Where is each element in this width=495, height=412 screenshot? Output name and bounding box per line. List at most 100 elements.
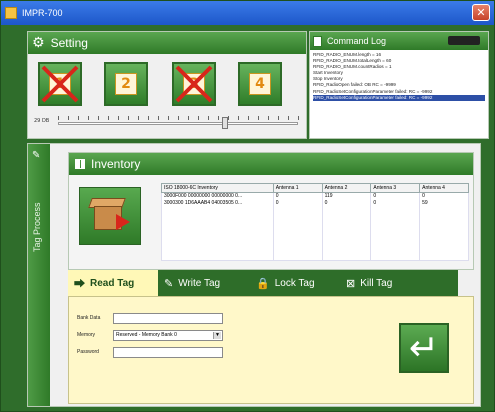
antenna-2-toggle[interactable]: 2: [104, 62, 148, 106]
lock-icon: 🔒: [256, 277, 270, 290]
password-input[interactable]: [113, 347, 223, 358]
table-cell: [370, 215, 421, 225]
antenna-4-toggle[interactable]: 4: [238, 62, 282, 106]
command-log-panel: Command Log RFID_RADIO_ENUM.length = 16 R…: [309, 31, 489, 139]
slider-tick: [228, 116, 229, 120]
table-cell: [321, 224, 372, 234]
power-slider[interactable]: [58, 116, 299, 130]
setting-panel: ⚙ Setting 1 2 3 4 29 DB: [27, 31, 307, 139]
log-line[interactable]: RFID_RadioSetConfigurationParameter fail…: [313, 94, 485, 101]
slider-tick: [158, 116, 159, 120]
table-cell: 3000F000 00000000 00000000 0...: [161, 192, 274, 200]
empty-table-row: [161, 206, 469, 216]
slider-tick: [98, 116, 99, 120]
tab-kill-tag[interactable]: ⊠ Kill Tag: [340, 270, 434, 296]
app-window: IMPR-700 ✕ ⚙ Setting 1 2 3 4 2: [0, 0, 495, 412]
slider-tick: [278, 116, 279, 120]
tab-label: Kill Tag: [360, 277, 393, 289]
table-cell: [419, 251, 469, 261]
tab-read-tag[interactable]: ⮕ Read Tag: [68, 270, 158, 296]
inventory-header: Inventory: [69, 153, 473, 175]
slider-tick: [238, 116, 239, 120]
slider-tick: [198, 116, 199, 120]
document-icon: [313, 35, 322, 47]
table-cell: [370, 251, 421, 261]
tab-write-tag[interactable]: ✎ Write Tag: [158, 270, 250, 296]
table-cell: 0: [272, 199, 323, 207]
table-cell: [321, 251, 372, 261]
setting-title: Setting: [50, 36, 88, 50]
bank-data-input[interactable]: [113, 313, 223, 324]
empty-table-row: [161, 251, 469, 261]
table-cell: [161, 215, 274, 225]
slider-tick: [128, 116, 129, 120]
tag-process-panel: ✎ Tag Process Inventory ISO 18000-6C Inv…: [27, 143, 481, 407]
table-cell: [419, 206, 469, 216]
memory-select-value: Reserved - Memory Bank 0: [116, 332, 177, 338]
column-header[interactable]: Antenna 3: [370, 183, 421, 193]
gear-icon: ⚙: [32, 35, 45, 51]
column-header[interactable]: ISO 18000-6C Inventory: [161, 183, 274, 193]
slider-tick: [58, 116, 59, 120]
table-cell: [419, 215, 469, 225]
power-label: 29 DB: [34, 118, 50, 124]
read-tag-icon: ⮕: [74, 278, 85, 290]
slider-tick: [108, 116, 109, 120]
column-header[interactable]: Antenna 4: [419, 183, 469, 193]
table-cell: 0: [272, 192, 323, 200]
command-log-list[interactable]: RFID_RADIO_ENUM.length = 16 RFID_RADIO_EN…: [310, 50, 488, 103]
tag-process-side-tab[interactable]: ✎ Tag Process: [28, 144, 50, 406]
slider-track: [58, 122, 298, 125]
close-button[interactable]: ✕: [472, 4, 490, 21]
column-header[interactable]: Antenna 1: [272, 183, 323, 193]
table-cell: 0: [419, 192, 469, 200]
inventory-table[interactable]: ISO 18000-6C Inventory Antenna 1 Antenna 2…: [161, 183, 469, 261]
window-title: IMPR-700: [22, 8, 63, 18]
slider-tick: [248, 116, 249, 120]
table-cell: 0: [321, 199, 372, 207]
table-cell: 0: [370, 192, 421, 200]
tag-tabs: ⮕ Read Tag ✎ Write Tag 🔒 Lock Tag ⊠ Kill Tag: [68, 270, 458, 296]
table-row[interactable]: 3000F000 00000000 00000000 0... 0 119 0 0: [161, 192, 469, 200]
table-header-row: ISO 18000-6C Inventory Antenna 1 Antenna 2…: [161, 183, 469, 193]
read-tag-submit-button[interactable]: ↵: [399, 323, 449, 373]
empty-table-row: [161, 215, 469, 225]
table-cell: [272, 215, 323, 225]
antenna-3-toggle[interactable]: 3: [172, 62, 216, 106]
table-cell: [321, 206, 372, 216]
tab-label: Write Tag: [178, 277, 221, 289]
slider-tick: [88, 116, 89, 120]
memory-select[interactable]: Reserved - Memory Bank 0 ▼: [113, 330, 223, 341]
tag-process-label: Tag Process: [32, 202, 42, 252]
slider-tick: [78, 116, 79, 120]
table-cell: 3000300 1D6AAAB4 04003505 0...: [161, 199, 274, 207]
table-cell: [370, 224, 421, 234]
tab-label: Lock Tag: [274, 277, 315, 289]
column-header[interactable]: Antenna 2: [321, 183, 372, 193]
slider-tick: [168, 116, 169, 120]
command-log-title: Command Log: [327, 36, 387, 46]
command-log-header: Command Log: [310, 32, 488, 50]
setting-header: ⚙ Setting: [28, 32, 306, 54]
arrow-icon: [116, 214, 130, 230]
chevron-down-icon[interactable]: ▼: [213, 332, 221, 339]
antenna-1-toggle[interactable]: 1: [38, 62, 82, 106]
inventory-start-button[interactable]: [79, 187, 141, 245]
inventory-title: Inventory: [91, 157, 141, 171]
password-label: Password: [77, 349, 99, 355]
x-mark-icon: [175, 65, 213, 103]
slider-thumb[interactable]: [221, 117, 228, 129]
table-cell: [272, 251, 323, 261]
slider-tick: [118, 116, 119, 120]
table-cell: [321, 215, 372, 225]
tab-lock-tag[interactable]: 🔒 Lock Tag: [250, 270, 340, 296]
table-cell: [370, 233, 421, 243]
kill-tag-icon: ⊠: [346, 277, 356, 290]
slider-tick: [188, 116, 189, 120]
table-cell: [161, 251, 274, 261]
table-cell: [161, 224, 274, 234]
slider-tick: [218, 116, 219, 120]
table-row[interactable]: 3000300 1D6AAAB4 04003505 0... 0 0 0 59: [161, 199, 469, 207]
table-cell: [419, 233, 469, 243]
table-cell: [419, 242, 469, 252]
